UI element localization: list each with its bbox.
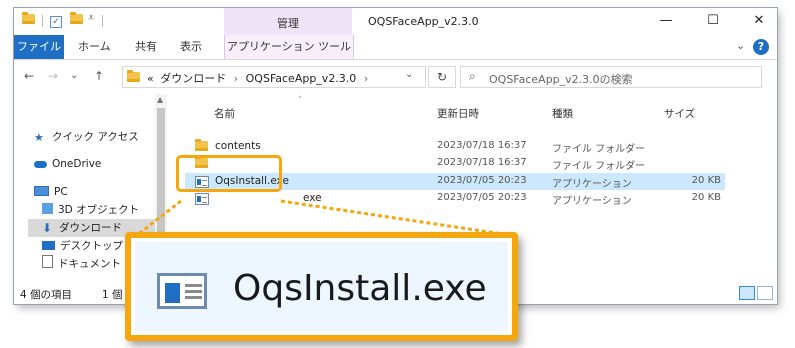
minimize-button[interactable]: — (651, 11, 681, 31)
breadcrumb-overflow[interactable]: « (147, 72, 154, 85)
ribbon-tabs: ファイル ホーム 共有 表示 アプリケーション ツール ⌄ ? (14, 35, 777, 60)
zoom-callout-inner: OqsInstall.exe (135, 242, 508, 331)
desktop-icon (42, 241, 55, 250)
tab-share[interactable]: 共有 (135, 35, 157, 59)
recent-locations-icon[interactable]: ⌄ (70, 70, 78, 81)
nav-item-label: デスクトップ (60, 240, 123, 252)
scroll-up-icon[interactable]: ▲ (157, 95, 163, 104)
column-header-size[interactable]: サイズ (664, 106, 695, 121)
nav-item-quick-access[interactable]: ★ クイック アクセス (34, 128, 139, 146)
file-name: contents (215, 140, 261, 152)
search-icon: ⌕ (469, 69, 476, 83)
forward-arrow-icon[interactable]: → (48, 69, 58, 83)
selected-count: 1 個 (102, 289, 123, 301)
breadcrumb-separator: › (363, 72, 369, 85)
zoomed-file-name: OqsInstall.exe (233, 268, 487, 309)
nav-item-pc[interactable]: PC (34, 183, 68, 201)
breadcrumb-downloads[interactable]: ダウンロード (160, 72, 226, 85)
tab-home[interactable]: ホーム (78, 35, 111, 59)
file-type: アプリケーション (552, 179, 632, 190)
file-type: ファイル フォルダー (552, 144, 646, 155)
zoom-callout: OqsInstall.exe (125, 232, 518, 341)
help-icon[interactable]: ? (753, 39, 769, 55)
nav-item-label: 3D オブジェクト (58, 204, 140, 216)
item-count: 4 個の項目 (20, 289, 73, 301)
ribbon-collapse-icon[interactable]: ⌄ (736, 39, 745, 52)
breadcrumb-separator: › (233, 72, 239, 85)
file-type: ファイル フォルダー (552, 161, 646, 172)
download-arrow-icon: ⬇ (42, 221, 53, 235)
star-icon: ★ (34, 131, 44, 144)
cloud-icon (34, 161, 47, 168)
highlight-frame (176, 155, 282, 192)
separator (102, 15, 103, 27)
new-folder-icon[interactable] (70, 12, 83, 28)
breadcrumb: « ダウンロード › OQSFaceApp_v2.3.0 › (147, 70, 368, 86)
table-row[interactable]: exe 2023/07/05 20:23 アプリケーション 20 KB (185, 190, 725, 207)
window-title: OQSFaceApp_v2.3.0 (368, 15, 479, 28)
application-icon (157, 273, 207, 309)
nav-item-label: ドキュメント (58, 258, 121, 270)
refresh-button[interactable]: ↻ (428, 66, 456, 88)
address-dropdown-icon[interactable]: ⌄ (405, 69, 413, 80)
file-modified: 2023/07/05 20:23 (437, 175, 527, 186)
column-header-name[interactable]: 名前 (214, 106, 235, 121)
document-icon (42, 255, 53, 268)
up-arrow-icon[interactable]: ↑ (94, 69, 104, 83)
address-row: ← → ⌄ ↑ « ダウンロード › OQSFaceApp_v2.3.0 › ⌄… (14, 60, 777, 92)
nav-item-label: OneDrive (52, 158, 102, 170)
file-size: 20 KB (691, 175, 721, 186)
file-modified: 2023/07/18 16:37 (437, 140, 527, 151)
breadcrumb-current-folder[interactable]: OQSFaceApp_v2.3.0 (246, 72, 357, 85)
file-name: exe (303, 192, 322, 204)
address-bar[interactable]: « ダウンロード › OQSFaceApp_v2.3.0 › ⌄ (122, 66, 426, 88)
back-arrow-icon[interactable]: ← (24, 69, 34, 83)
maximize-button[interactable]: ☐ (698, 11, 728, 31)
tab-file[interactable]: ファイル (14, 35, 64, 59)
search-input[interactable]: ⌕ OQSFaceApp_v2.3.0の検索 (460, 66, 762, 88)
large-icons-view-button[interactable] (757, 286, 773, 300)
file-modified: 2023/07/05 20:23 (437, 192, 527, 203)
search-placeholder: OQSFaceApp_v2.3.0の検索 (489, 73, 633, 86)
application-icon (195, 193, 209, 208)
nav-item-desktop[interactable]: デスクトップ (42, 237, 123, 255)
nav-item-label: PC (54, 186, 68, 198)
nav-item-label: クイック アクセス (52, 131, 139, 143)
scrollbar-thumb[interactable] (157, 108, 165, 248)
folder-icon (127, 70, 140, 85)
properties-check-icon[interactable]: ✓ (50, 14, 62, 28)
tab-view[interactable]: 表示 (180, 35, 202, 59)
details-view-button[interactable] (739, 286, 755, 300)
file-type: アプリケーション (552, 196, 632, 207)
title-bar: ✓ ⩡ 管理 OQSFaceApp_v2.3.0 — ☐ ✕ (14, 8, 777, 35)
cube-icon (42, 203, 53, 214)
sort-ascending-icon: ˄ (298, 96, 303, 106)
nav-item-3d-objects[interactable]: 3D オブジェクト (42, 201, 139, 219)
nav-item-onedrive[interactable]: OneDrive (34, 155, 101, 173)
nav-item-documents[interactable]: ドキュメント (42, 255, 121, 273)
tab-application-tools[interactable]: アプリケーション ツール (224, 35, 354, 59)
nav-item-label: ダウンロード (59, 222, 122, 234)
quick-access-dropdown-icon[interactable]: ⩡ (88, 11, 94, 25)
manage-tab[interactable]: 管理 (224, 15, 352, 31)
column-header-type[interactable]: 種類 (552, 106, 573, 121)
file-size: 20 KB (691, 192, 721, 203)
folder-icon (22, 12, 35, 28)
pc-icon (34, 186, 49, 196)
column-header-modified[interactable]: 更新日時 (437, 106, 479, 121)
folder-icon (195, 139, 208, 154)
file-modified: 2023/07/18 16:37 (437, 157, 527, 168)
separator (42, 15, 43, 27)
close-button[interactable]: ✕ (744, 11, 774, 31)
table-row[interactable]: contents 2023/07/18 16:37 ファイル フォルダー (185, 138, 725, 155)
